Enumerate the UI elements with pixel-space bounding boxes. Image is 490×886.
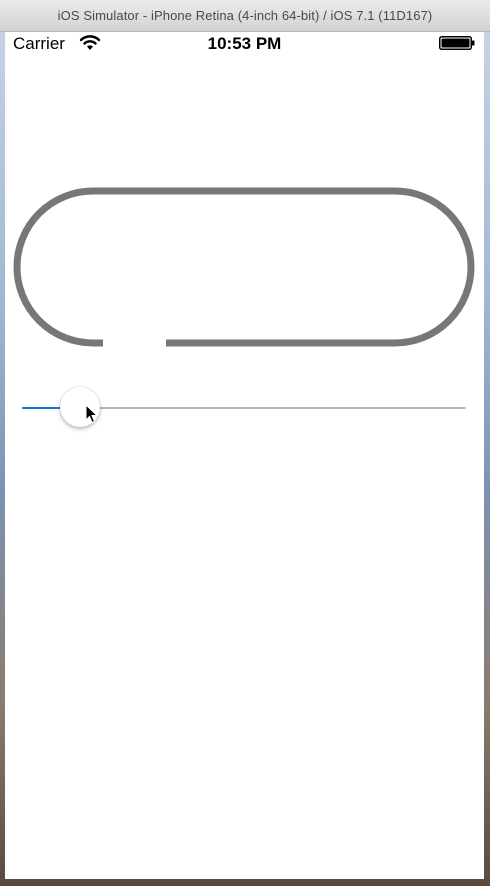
progress-stroke bbox=[13, 187, 475, 347]
arrow-cursor-icon bbox=[85, 404, 99, 424]
status-bar: Carrier 10:53 PM bbox=[5, 32, 484, 56]
window-titlebar[interactable]: iOS Simulator - iPhone Retina (4-inch 64… bbox=[0, 0, 490, 32]
progress-ring-shape bbox=[13, 187, 475, 347]
status-time: 10:53 PM bbox=[207, 34, 282, 53]
battery-icon bbox=[439, 36, 475, 50]
simulator-window: iOS Simulator - iPhone Retina (4-inch 64… bbox=[0, 0, 490, 886]
window-title: iOS Simulator - iPhone Retina (4-inch 64… bbox=[57, 8, 433, 23]
iphone-screen: Carrier 10:53 PM bbox=[5, 32, 484, 879]
